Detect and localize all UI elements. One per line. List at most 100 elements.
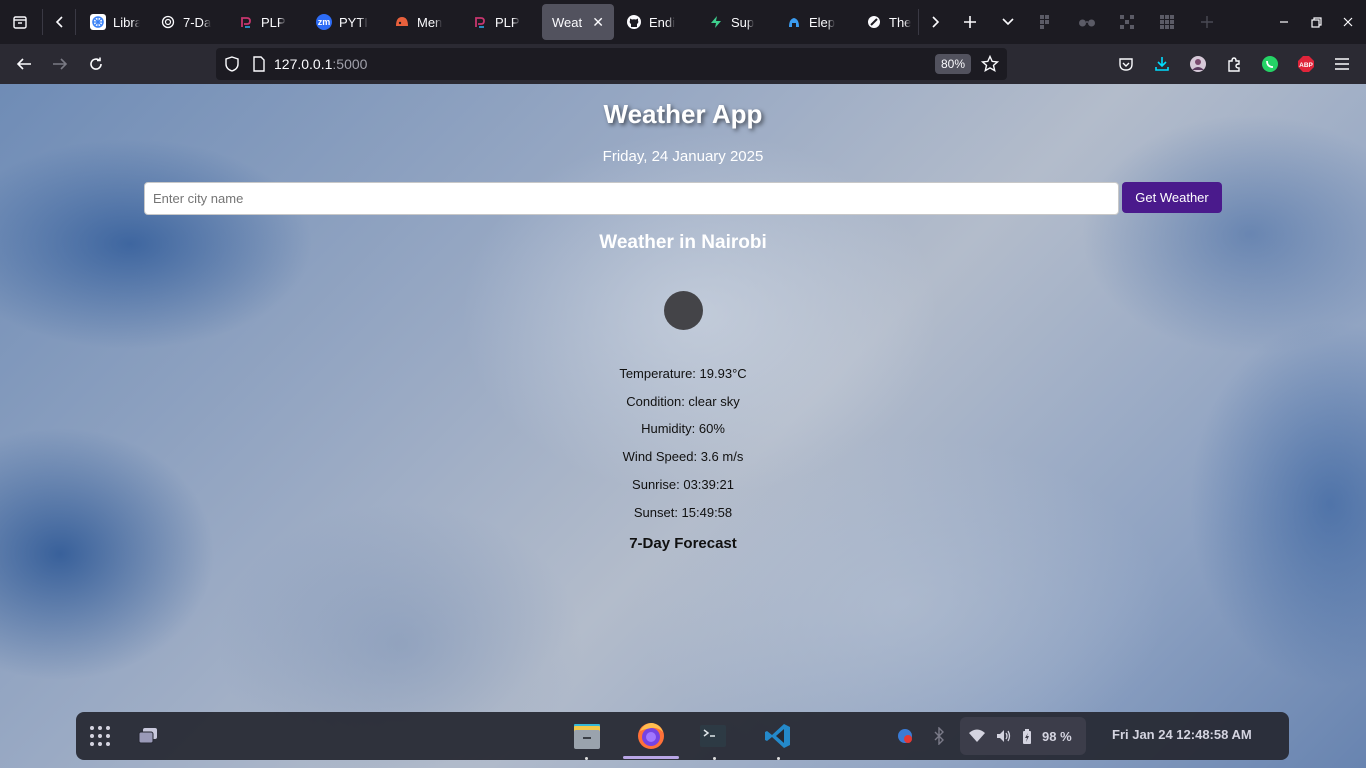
tab-separator bbox=[75, 9, 76, 35]
close-tab-icon[interactable]: ✕ bbox=[592, 14, 604, 31]
get-weather-button[interactable]: Get Weather bbox=[1122, 182, 1222, 213]
current-date: Friday, 24 January 2025 bbox=[602, 148, 764, 165]
tab-library[interactable]: Libra bbox=[82, 4, 148, 40]
tab-label: Elep bbox=[809, 14, 836, 30]
tab-label: The bbox=[889, 14, 912, 30]
tab-label: Weatl bbox=[552, 14, 584, 30]
page-title: Weather App bbox=[603, 99, 763, 129]
elephant-favicon bbox=[786, 14, 802, 30]
plp-favicon bbox=[472, 14, 488, 30]
battery-icon bbox=[1022, 728, 1032, 744]
close-window-icon[interactable] bbox=[1333, 6, 1363, 38]
running-indicator bbox=[777, 757, 780, 760]
firefox-app-icon[interactable] bbox=[634, 719, 668, 753]
hamburger-menu-icon[interactable] bbox=[1324, 48, 1360, 80]
tab-label: PYTI bbox=[339, 14, 368, 30]
tab-weather-active[interactable]: Weatl ✕ bbox=[542, 4, 614, 40]
vscode-app-icon[interactable] bbox=[762, 720, 794, 752]
page-viewport: Weather App Friday, 24 January 2025 Get … bbox=[0, 84, 1366, 768]
plp-favicon bbox=[238, 14, 254, 30]
sunset-text: Sunset: 15:49:58 bbox=[633, 505, 733, 520]
tab-7day[interactable]: 7-Da bbox=[152, 4, 226, 40]
humidity-text: Humidity: 60% bbox=[641, 421, 725, 436]
desktop-taskbar: 98 % Fri Jan 24 12:48:58 AM bbox=[76, 712, 1289, 760]
tab-plp[interactable]: PLP bbox=[230, 4, 304, 40]
clock[interactable]: Fri Jan 24 12:48:58 AM bbox=[1112, 727, 1252, 742]
tab-zoom[interactable]: zm PYTI bbox=[308, 4, 382, 40]
tab-list: Libra 7-Da PLP zm PYTI Men PLP Weatl ✕ E… bbox=[80, 4, 918, 40]
zoom-favicon: zm bbox=[316, 14, 332, 30]
library-favicon bbox=[90, 14, 106, 30]
restore-icon[interactable] bbox=[1301, 6, 1331, 38]
url-host: 127.0.0.1 bbox=[274, 56, 333, 72]
volume-icon bbox=[996, 729, 1012, 743]
battery-percentage: 98 % bbox=[1042, 728, 1072, 744]
pocket-icon[interactable] bbox=[1108, 48, 1144, 80]
adblock-plus-icon[interactable]: ABP bbox=[1288, 48, 1324, 80]
workspaces-icon[interactable] bbox=[136, 724, 160, 748]
grid-menu-icon[interactable] bbox=[1147, 6, 1187, 38]
firefox-view-icon[interactable] bbox=[2, 6, 38, 38]
notification-tray-icon[interactable] bbox=[896, 727, 914, 745]
supabase-favicon bbox=[708, 14, 724, 30]
condition-text: Condition: clear sky bbox=[626, 394, 740, 409]
zoom-level-badge[interactable]: 80% bbox=[934, 54, 971, 74]
forward-icon[interactable] bbox=[42, 48, 78, 80]
scroll-tabs-left-icon[interactable] bbox=[47, 6, 73, 38]
tab-mentor[interactable]: Men bbox=[386, 4, 460, 40]
weather-condition-icon bbox=[664, 291, 703, 330]
tab-label: PLP bbox=[261, 14, 286, 30]
tab-elephant[interactable]: Elep bbox=[778, 4, 854, 40]
svg-text:ABP: ABP bbox=[1299, 62, 1313, 69]
back-icon[interactable] bbox=[6, 48, 42, 80]
bookmark-star-icon[interactable] bbox=[981, 55, 999, 73]
weather-location-heading: Weather in Nairobi bbox=[599, 232, 767, 253]
tab-github[interactable]: Endi bbox=[618, 4, 696, 40]
wind-speed-text: Wind Speed: 3.6 m/s bbox=[622, 449, 744, 464]
reload-icon[interactable] bbox=[78, 48, 114, 80]
tab-the[interactable]: The bbox=[858, 4, 918, 40]
temperature-text: Temperature: 19.93°C bbox=[619, 366, 747, 381]
bluetooth-icon[interactable] bbox=[930, 726, 948, 746]
account-avatar-icon[interactable] bbox=[1180, 48, 1216, 80]
wifi-icon bbox=[968, 729, 986, 743]
city-search-input[interactable] bbox=[144, 182, 1119, 215]
toolbar-right-icons: ABP bbox=[1108, 48, 1360, 80]
navigation-toolbar: 127.0.0.1:5000 80% ABP bbox=[0, 44, 1366, 84]
running-indicator bbox=[713, 757, 716, 760]
url-text[interactable]: 127.0.0.1:5000 bbox=[274, 56, 367, 72]
chevron-down-icon[interactable] bbox=[989, 6, 1027, 38]
tab-strip: Libra 7-Da PLP zm PYTI Men PLP Weatl ✕ E… bbox=[0, 0, 1366, 44]
shield-icon[interactable] bbox=[224, 56, 240, 72]
glasses-icon[interactable] bbox=[1067, 6, 1107, 38]
url-port: :5000 bbox=[332, 56, 368, 72]
page-info-icon[interactable] bbox=[252, 56, 266, 72]
tab-supabase[interactable]: Sup bbox=[700, 4, 774, 40]
tab-label: Men bbox=[417, 14, 443, 30]
add-icon[interactable] bbox=[1187, 6, 1227, 38]
running-indicator bbox=[585, 757, 588, 760]
tab-label: Libra bbox=[113, 14, 140, 30]
puzzle-grid-icon[interactable] bbox=[1107, 6, 1147, 38]
tab-separator bbox=[42, 9, 43, 35]
url-bar[interactable]: 127.0.0.1:5000 80% bbox=[216, 48, 1007, 80]
new-tab-icon[interactable] bbox=[951, 6, 989, 38]
scroll-tabs-right-icon[interactable] bbox=[919, 6, 951, 38]
tab-plp[interactable]: PLP bbox=[464, 4, 538, 40]
system-status-menu[interactable]: 98 % bbox=[960, 717, 1086, 755]
app-launcher-grid-icon[interactable] bbox=[88, 724, 112, 748]
files-app-icon[interactable] bbox=[570, 719, 604, 753]
tab-label: Endi bbox=[649, 14, 676, 30]
sunrise-text: Sunrise: 03:39:21 bbox=[632, 477, 734, 492]
dark-circle-favicon bbox=[866, 14, 882, 30]
tab-label: 7-Da bbox=[183, 14, 212, 30]
minimize-icon[interactable] bbox=[1269, 6, 1299, 38]
mentor-favicon bbox=[394, 14, 410, 30]
apps-grid-icon[interactable] bbox=[1027, 6, 1067, 38]
forecast-heading: 7-Day Forecast bbox=[629, 535, 737, 552]
terminal-app-icon[interactable] bbox=[698, 721, 728, 751]
downloads-icon[interactable] bbox=[1144, 48, 1180, 80]
extensions-puzzle-icon[interactable] bbox=[1216, 48, 1252, 80]
whatsapp-icon[interactable] bbox=[1252, 48, 1288, 80]
tab-label: Sup bbox=[731, 14, 755, 30]
